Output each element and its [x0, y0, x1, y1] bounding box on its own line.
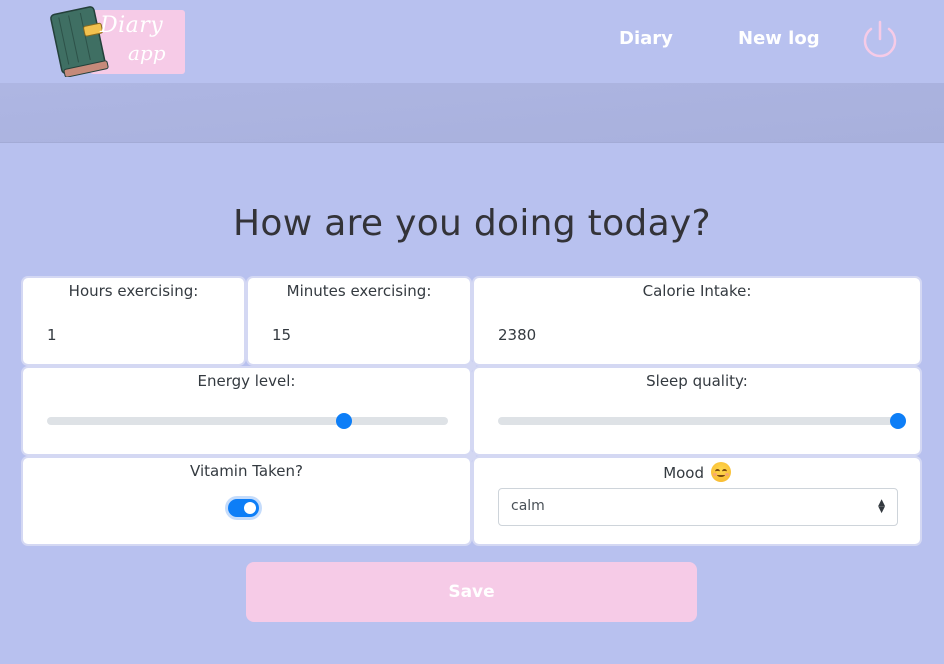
vitamin-taken-card: Vitamin Taken?	[21, 456, 472, 546]
energy-level-card: Energy level:	[21, 366, 472, 456]
header-banner	[0, 83, 944, 143]
mood-card: Mood calm ▲ ▼	[472, 456, 922, 546]
vitamin-taken-label: Vitamin Taken?	[190, 462, 303, 480]
nav-link-diary[interactable]: Diary	[619, 28, 673, 49]
minutes-exercising-input[interactable]	[266, 322, 452, 348]
mood-select[interactable]: calm ▲ ▼	[498, 488, 898, 526]
logo-text-app: app	[128, 41, 166, 65]
sleep-quality-slider[interactable]	[498, 413, 906, 429]
select-caret-icon: ▲ ▼	[878, 498, 885, 515]
app-logo[interactable]: Diary app	[48, 3, 188, 77]
toggle-knob	[244, 502, 256, 514]
mood-select-value: calm	[511, 498, 545, 514]
minutes-exercising-label: Minutes exercising:	[286, 282, 432, 300]
minutes-exercising-card: Minutes exercising:	[246, 276, 472, 366]
navbar: Diary app Diary New log	[0, 0, 944, 83]
hours-exercising-card: Hours exercising:	[21, 276, 246, 366]
hours-exercising-input[interactable]	[41, 322, 226, 348]
vitamin-taken-toggle[interactable]	[228, 499, 259, 517]
calorie-intake-card: Calorie Intake:	[472, 276, 922, 366]
sleep-quality-label: Sleep quality:	[646, 372, 748, 390]
calorie-intake-label: Calorie Intake:	[642, 282, 752, 300]
power-icon[interactable]	[859, 19, 901, 61]
calorie-intake-input[interactable]	[492, 322, 902, 348]
save-button[interactable]: Save	[246, 562, 697, 622]
smiling-face-icon	[710, 462, 731, 482]
energy-level-label: Energy level:	[197, 372, 296, 390]
page-title: How are you doing today?	[233, 203, 711, 244]
sleep-quality-card: Sleep quality:	[472, 366, 922, 456]
sleep-quality-slider-thumb[interactable]	[890, 413, 906, 429]
mood-label-row: Mood	[474, 462, 920, 482]
logo-text-diary: Diary	[100, 13, 164, 38]
mood-label: Mood	[663, 464, 705, 482]
nav-link-new-log[interactable]: New log	[738, 28, 820, 49]
hours-exercising-label: Hours exercising:	[68, 282, 199, 300]
energy-level-slider[interactable]	[47, 413, 448, 429]
energy-level-slider-thumb[interactable]	[335, 413, 352, 429]
